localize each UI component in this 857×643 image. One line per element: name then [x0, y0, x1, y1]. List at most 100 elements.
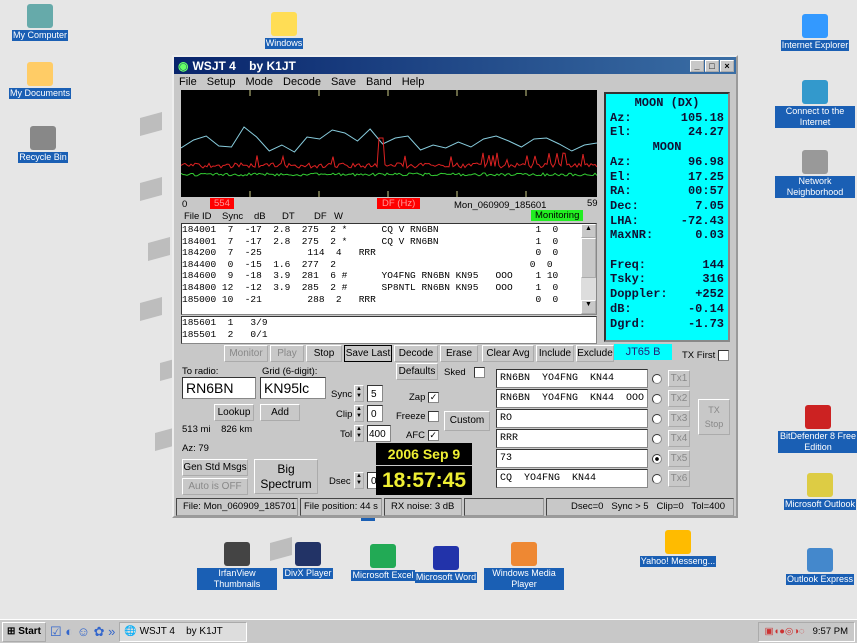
desktop-icon[interactable]: IrfanView Thumbnails — [197, 542, 277, 590]
lookup-button[interactable]: Lookup — [214, 404, 254, 421]
desktop-icon[interactable]: Connect to the Internet — [775, 80, 855, 128]
menu-help[interactable]: Help — [402, 76, 425, 88]
auto-button[interactable]: Auto is OFF — [182, 478, 248, 495]
desktop-icon[interactable]: DivX Player — [268, 542, 348, 579]
tx2-button[interactable]: Tx2 — [668, 390, 690, 407]
average-row[interactable]: 185501 2 0/1 — [182, 329, 596, 341]
sync-value[interactable]: 5 — [367, 385, 383, 402]
decode-button[interactable]: Decode — [394, 345, 438, 362]
erase-button[interactable]: Erase — [440, 345, 478, 362]
minimize-button[interactable]: _ — [690, 59, 704, 72]
big-spectrum-button[interactable]: Big Spectrum — [254, 459, 318, 494]
wallpaper-shape — [148, 237, 170, 261]
tx1-button[interactable]: Tx1 — [668, 370, 690, 387]
desktop-icon-image — [370, 544, 396, 568]
tx-radio-6[interactable] — [652, 474, 662, 484]
tx-radio-5[interactable] — [652, 454, 662, 464]
desktop-icon[interactable]: My Documents — [0, 62, 80, 99]
desktop-icon[interactable]: BitDefender 8 Free Edition — [778, 405, 857, 453]
menu-decode[interactable]: Decode — [283, 76, 321, 88]
tx6-button[interactable]: Tx6 — [668, 470, 690, 487]
desktop-icon[interactable]: Outlook Express — [780, 548, 857, 585]
decode-row[interactable]: 184800 12 -12 3.9 285 2 # SP8NTL RN6BN K… — [182, 282, 596, 294]
decode-row[interactable]: 184200 7 -25 114 4 RRR 0 0 — [182, 247, 596, 259]
tx-message-6[interactable]: CQ YO4FNG KN44 — [496, 469, 648, 488]
desktop-icon-image — [807, 548, 833, 572]
decode-list[interactable]: 184001 7 -17 2.8 275 2 * CQ V RN6BN 1 01… — [181, 223, 597, 315]
close-button[interactable]: × — [720, 59, 734, 72]
desktop-icon[interactable]: Microsoft Word — [406, 546, 486, 583]
taskbar-wsjt[interactable]: 🌐 WSJT 4 by K1JT — [119, 621, 248, 642]
exclude-button[interactable]: Exclude — [576, 345, 614, 362]
gen-std-msgs-button[interactable]: Gen Std Msgs — [182, 459, 248, 476]
tx5-button[interactable]: Tx5 — [668, 450, 690, 467]
maximize-button[interactable]: □ — [705, 59, 719, 72]
stop-button[interactable]: Stop — [306, 345, 342, 362]
clip-value[interactable]: 0 — [367, 405, 383, 422]
freeze-label: Freeze — [396, 411, 440, 422]
freeze-checkbox[interactable] — [428, 411, 440, 422]
desktop-icon[interactable]: Windows — [244, 12, 324, 49]
play-button[interactable]: Play — [270, 345, 304, 362]
decode-scrollbar[interactable]: ▲ ▼ — [581, 224, 596, 314]
desktop-icon[interactable]: Recycle Bin — [3, 126, 83, 163]
tx-radio-4[interactable] — [652, 434, 662, 444]
desktop-icon[interactable]: Microsoft Outlook — [780, 473, 857, 510]
tx-radio-1[interactable] — [652, 374, 662, 384]
average-row[interactable]: 185601 1 3/9 — [182, 317, 596, 329]
decode-row[interactable]: 184001 7 -17 2.8 275 2 * CQ V RN6BN 1 0 — [182, 224, 596, 236]
desktop-icon-label: Microsoft Word — [414, 572, 478, 583]
menu-file[interactable]: File — [179, 76, 197, 88]
tx-message-3[interactable]: RO — [496, 409, 648, 428]
dsec-spinner[interactable]: ▲ ▼ — [354, 472, 364, 489]
custom-button[interactable]: Custom — [444, 411, 490, 431]
moon-label: LHA: — [610, 213, 639, 228]
save-last-button[interactable]: Save Last — [344, 345, 392, 362]
tx-radio-3[interactable] — [652, 414, 662, 424]
tx-first-checkbox[interactable] — [717, 350, 729, 361]
moon-value: 24.27 — [687, 125, 724, 140]
menu-setup[interactable]: Setup — [207, 76, 236, 88]
decode-row[interactable]: 184600 9 -18 3.9 281 6 # YO4FNG RN6BN KN… — [182, 270, 596, 282]
desktop-icon[interactable]: Windows Media Player — [484, 542, 564, 590]
sked-checkbox[interactable] — [473, 367, 485, 378]
callsign-input[interactable]: RN6BN — [182, 377, 256, 399]
grid-input[interactable]: KN95lc — [260, 377, 326, 399]
zap-checkbox[interactable]: ✓ — [428, 392, 440, 403]
tx3-button[interactable]: Tx3 — [668, 410, 690, 427]
tx-stop-button[interactable]: TX Stop — [698, 399, 730, 435]
quick-launch-icons[interactable]: ☑ ◐ ☺ ✿ » — [50, 624, 115, 640]
decode-row[interactable]: 185000 10 -21 288 2 RRR 0 0 — [182, 294, 596, 306]
menu-mode[interactable]: Mode — [245, 76, 273, 88]
sync-spinner[interactable]: ▲ ▼ — [354, 385, 364, 402]
tx-message-2[interactable]: RN6BN YO4FNG KN44 OOO — [496, 389, 648, 408]
decode-row[interactable]: 184400 0 -15 1.6 277 2 0 0 — [182, 259, 596, 271]
include-button[interactable]: Include — [536, 345, 574, 362]
desktop-icon[interactable]: Internet Explorer — [775, 14, 855, 51]
start-button[interactable]: ⊞ Start — [2, 621, 46, 642]
menu-band[interactable]: Band — [366, 76, 392, 88]
tol-spinner[interactable]: ▲ ▼ — [354, 425, 364, 442]
clip-spinner[interactable]: ▲ ▼ — [354, 405, 364, 422]
clear-avg-button[interactable]: Clear Avg — [482, 345, 534, 362]
add-button[interactable]: Add — [260, 404, 300, 421]
average-list[interactable]: 185601 1 3/9 185501 2 0/1 — [181, 316, 597, 344]
tx-message-1[interactable]: RN6BN YO4FNG KN44 — [496, 369, 648, 388]
defaults-button[interactable]: Defaults — [396, 363, 438, 380]
tx-message-5[interactable]: 73 — [496, 449, 648, 468]
monitor-button[interactable]: Monitor — [224, 345, 268, 362]
menu-save[interactable]: Save — [331, 76, 356, 88]
tray-icons[interactable]: ▣◖●◎◑◌ — [765, 626, 805, 637]
desktop-icon[interactable]: Yahoo! Messeng... — [638, 530, 718, 567]
decode-row[interactable]: 184001 7 -17 2.8 275 2 * CQ V RN6BN 1 0 — [182, 236, 596, 248]
desktop-icon-label: DivX Player — [283, 568, 333, 579]
tx-message-4[interactable]: RRR — [496, 429, 648, 448]
tol-value[interactable]: 400 — [367, 425, 391, 442]
spectrum-display[interactable] — [181, 90, 597, 197]
desktop-icon[interactable]: My Computer — [0, 4, 80, 41]
title-bar[interactable]: ◉ WSJT 4 by K1JT _ □ × — [174, 57, 736, 74]
desktop-icon[interactable]: Network Neighborhood — [775, 150, 855, 198]
tx-radio-2[interactable] — [652, 394, 662, 404]
afc-checkbox[interactable]: ✓ — [427, 430, 439, 441]
tx4-button[interactable]: Tx4 — [668, 430, 690, 447]
